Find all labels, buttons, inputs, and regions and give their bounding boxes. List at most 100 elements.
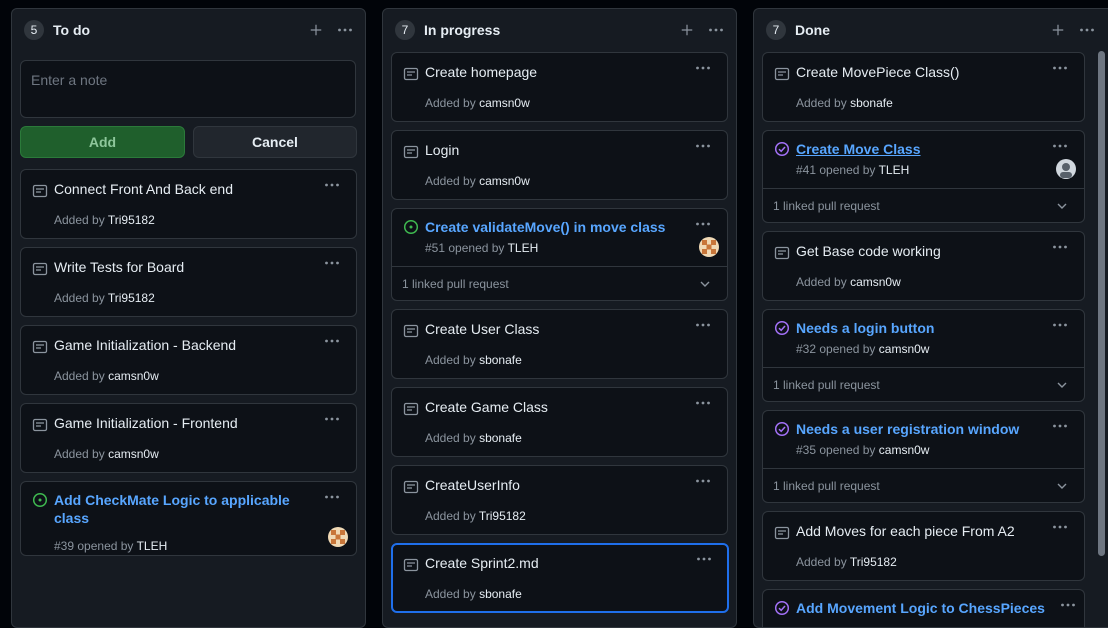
opened-by-label: opened by (77, 539, 134, 553)
card-menu-button[interactable] (320, 409, 344, 429)
added-by-label: Added by (796, 96, 847, 110)
note-card[interactable]: Create Game Class Added by sbonafe (391, 387, 728, 457)
card-menu-button[interactable] (691, 471, 715, 491)
card-menu-button[interactable] (320, 175, 344, 195)
kebab-icon (324, 411, 340, 427)
issue-card[interactable]: Needs a login button #32 opened by camsn… (762, 309, 1085, 402)
linked-pr-toggle[interactable]: 1 linked pull request (763, 468, 1084, 503)
issue-title-link[interactable]: Create validateMove() in move class (425, 218, 687, 236)
card-menu-button[interactable] (1048, 237, 1072, 257)
issue-card[interactable]: Add Movement Logic to ChessPieces (762, 589, 1085, 627)
card-menu-button[interactable] (691, 58, 715, 78)
card-menu-button[interactable] (320, 331, 344, 351)
note-card[interactable]: Create MovePiece Class() Added by sbonaf… (762, 52, 1085, 122)
issue-title-link[interactable]: Needs a user registration window (796, 420, 1034, 438)
add-card-button[interactable] (1047, 19, 1069, 41)
linked-pr-toggle[interactable]: 1 linked pull request (763, 188, 1084, 223)
card-author[interactable]: Tri95182 (108, 291, 155, 305)
issue-closed-icon (774, 600, 790, 616)
column-menu-button[interactable] (333, 19, 357, 41)
issue-card[interactable]: Create validateMove() in move class #51 … (391, 208, 728, 301)
card-title: CreateUserInfo (425, 477, 520, 493)
card-author[interactable]: camsn0w (108, 447, 159, 461)
linked-pr-toggle[interactable]: 1 linked pull request (392, 266, 727, 301)
issue-title-link[interactable]: Needs a login button (796, 319, 1044, 337)
card-author[interactable]: camsn0w (850, 275, 901, 289)
issue-author[interactable]: TLEH (137, 539, 168, 553)
card-title: Get Base code working (796, 243, 941, 259)
note-input[interactable] (20, 60, 356, 118)
card-menu-button[interactable] (691, 214, 715, 234)
column-title: Done (795, 22, 830, 38)
note-card[interactable]: Connect Front And Back end Added by Tri9… (20, 169, 357, 239)
card-meta: Added by Tri95182 (54, 291, 155, 305)
avatar[interactable] (1056, 159, 1076, 179)
note-icon (403, 557, 419, 573)
added-by-label: Added by (425, 509, 476, 523)
card-author[interactable]: Tri95182 (479, 509, 526, 523)
note-card[interactable]: Create User Class Added by sbonafe (391, 309, 728, 379)
note-icon (32, 261, 48, 277)
card-menu-button[interactable] (692, 549, 716, 569)
add-button[interactable]: Add (20, 126, 185, 158)
column-menu-button[interactable] (704, 19, 728, 41)
issue-author[interactable]: TLEH (508, 241, 539, 255)
card-author[interactable]: Tri95182 (108, 213, 155, 227)
card-author[interactable]: camsn0w (479, 96, 530, 110)
card-menu-button[interactable] (1048, 58, 1072, 78)
linked-pr-toggle[interactable]: 1 linked pull request (763, 367, 1084, 402)
card-author[interactable]: camsn0w (108, 369, 159, 383)
card-author[interactable]: Tri95182 (850, 555, 897, 569)
card-menu-button[interactable] (1048, 315, 1072, 335)
kebab-icon (696, 551, 712, 567)
note-card[interactable]: CreateUserInfo Added by Tri95182 (391, 465, 728, 535)
linked-pr-text: 1 linked pull request (773, 479, 880, 493)
issue-title-link[interactable]: Add Movement Logic to ChessPieces (796, 599, 1054, 617)
card-author[interactable]: sbonafe (479, 587, 522, 601)
avatar[interactable] (328, 527, 348, 547)
cancel-button[interactable]: Cancel (193, 126, 357, 158)
issue-author[interactable]: TLEH (879, 163, 910, 177)
issue-author[interactable]: camsn0w (879, 443, 930, 457)
card-meta: #35 opened by camsn0w (796, 443, 929, 457)
column-scrollbar[interactable] (1098, 51, 1105, 556)
column-menu-button[interactable] (1075, 19, 1099, 41)
card-menu-button[interactable] (1048, 517, 1072, 537)
card-author[interactable]: sbonafe (479, 431, 522, 445)
note-card[interactable]: Create homepage Added by camsn0w (391, 52, 728, 122)
column-done: 7 Done Create MovePiece Class() Added by… (753, 8, 1108, 628)
add-card-button[interactable] (676, 19, 698, 41)
note-card[interactable]: Game Initialization - Frontend Added by … (20, 403, 357, 473)
card-author[interactable]: sbonafe (850, 96, 893, 110)
card-menu-button[interactable] (691, 136, 715, 156)
issue-card[interactable]: Needs a user registration window #35 ope… (762, 410, 1085, 503)
card-menu-button[interactable] (691, 315, 715, 335)
card-menu-button[interactable] (691, 393, 715, 413)
card-menu-button[interactable] (1048, 416, 1072, 436)
card-menu-button[interactable] (320, 253, 344, 273)
issue-card[interactable]: Create Move Class #41 opened by TLEH 1 l… (762, 130, 1085, 223)
column-count-badge: 7 (766, 20, 786, 40)
added-by-label: Added by (425, 353, 476, 367)
note-card[interactable]: Get Base code working Added by camsn0w (762, 231, 1085, 301)
issue-author[interactable]: camsn0w (879, 342, 930, 356)
note-card[interactable]: Add Moves for each piece From A2 Added b… (762, 511, 1085, 581)
card-menu-button[interactable] (320, 487, 344, 507)
add-card-button[interactable] (305, 19, 327, 41)
card-author[interactable]: sbonafe (479, 353, 522, 367)
note-card[interactable]: Write Tests for Board Added by Tri95182 (20, 247, 357, 317)
avatar[interactable] (699, 237, 719, 257)
note-icon (32, 339, 48, 355)
note-card-selected[interactable]: Create Sprint2.md Added by sbonafe (391, 543, 729, 613)
card-meta: Added by Tri95182 (54, 213, 155, 227)
card-menu-button[interactable] (1048, 136, 1072, 156)
note-card[interactable]: Login Added by camsn0w (391, 130, 728, 200)
note-icon (403, 66, 419, 82)
note-card[interactable]: Game Initialization - Backend Added by c… (20, 325, 357, 395)
issue-title-link[interactable]: Add CheckMate Logic to applicable class (54, 491, 316, 527)
issue-title-link[interactable]: Create Move Class (796, 140, 1044, 158)
issue-card[interactable]: Add CheckMate Logic to applicable class … (20, 481, 357, 556)
card-menu-button[interactable] (1056, 595, 1080, 615)
card-author[interactable]: camsn0w (479, 174, 530, 188)
kebab-icon (1052, 239, 1068, 255)
